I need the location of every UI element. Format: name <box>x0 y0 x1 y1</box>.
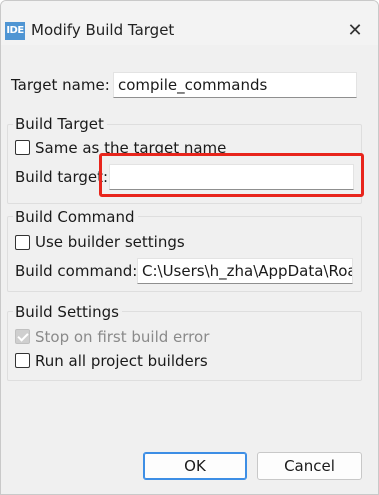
target-name-input[interactable]: compile_commands <box>113 72 357 98</box>
title-bar: IDE Modify Build Target ✕ <box>1 1 378 45</box>
stop-on-first-error-checkbox <box>15 329 30 344</box>
build-settings-group-title: Build Settings <box>13 303 122 321</box>
ok-button[interactable]: OK <box>143 452 247 480</box>
modify-build-target-dialog: IDE Modify Build Target ✕ Target name: c… <box>0 0 379 495</box>
build-target-label: Build target: <box>15 168 109 186</box>
run-all-project-builders-label: Run all project builders <box>35 352 208 370</box>
dialog-title: Modify Build Target <box>31 21 175 39</box>
ide-app-icon: IDE <box>5 22 25 40</box>
stop-on-first-error-label: Stop on first build error <box>35 328 210 346</box>
cancel-button[interactable]: Cancel <box>257 452 362 480</box>
use-builder-settings-label: Use builder settings <box>35 233 185 251</box>
run-all-project-builders-checkbox[interactable] <box>15 353 30 368</box>
build-command-label: Build command: <box>15 262 138 280</box>
same-as-target-name-checkbox[interactable] <box>15 140 30 155</box>
annotation-highlight-box <box>99 153 364 197</box>
close-icon[interactable]: ✕ <box>344 19 366 41</box>
build-command-input[interactable]: C:\Users\h_zha\AppData\Roa <box>137 258 353 284</box>
build-command-group-title: Build Command <box>13 208 138 226</box>
build-target-group-title: Build Target <box>13 115 107 133</box>
build-settings-group <box>7 311 362 381</box>
use-builder-settings-checkbox[interactable] <box>15 235 30 250</box>
target-name-label: Target name: <box>11 76 110 94</box>
